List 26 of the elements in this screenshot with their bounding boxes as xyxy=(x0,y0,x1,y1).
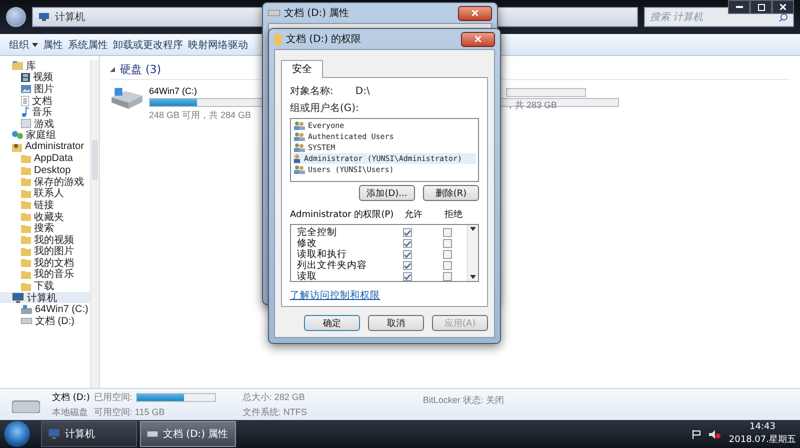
drive-name: 64Win7 (C:) xyxy=(149,86,198,96)
object-name-value: D:\ xyxy=(355,86,370,96)
permissions-label: Administrator 的权限(P) xyxy=(290,208,394,221)
list-label: 组或用户名(G): xyxy=(290,102,360,115)
free-space: 可用空间: 115 GB xyxy=(94,406,166,418)
drive-name: 文档 (D:) xyxy=(52,392,90,404)
window-title: 文档 (D:) 属性 xyxy=(284,6,350,20)
clock-date: 2018.07.星期五 xyxy=(728,434,796,446)
permission-name: 读取 xyxy=(297,270,318,283)
clock-time: 14:43 xyxy=(749,422,776,432)
permission-name: 完全控制 xyxy=(297,226,338,238)
column-header: 允许 xyxy=(404,208,424,221)
permission-name: 列出文件夹内容 xyxy=(297,259,368,271)
bitlocker-status: BitLocker 状态: 关闭 xyxy=(422,394,504,407)
drive-capacity: ，共 283 GB xyxy=(506,99,558,112)
permission-name: 修改 xyxy=(297,237,318,249)
window-title: 文档 (D:) 的权限 xyxy=(286,32,362,46)
file-system: 文件系统: NTFS xyxy=(242,406,307,418)
used-space-label: 已用空间: xyxy=(94,390,132,404)
drive-capacity: 248 GB 可用，共 284 GB xyxy=(149,109,252,122)
drive-type: 本地磁盘 xyxy=(52,406,89,418)
group-heading: 硬盘 (3) xyxy=(120,62,162,77)
object-name-label: 对象名称: xyxy=(290,84,334,98)
permission-name: 读取和执行 xyxy=(297,248,348,260)
column-header: 拒绝 xyxy=(444,208,464,221)
total-size: 总大小: 282 GB xyxy=(242,390,306,404)
